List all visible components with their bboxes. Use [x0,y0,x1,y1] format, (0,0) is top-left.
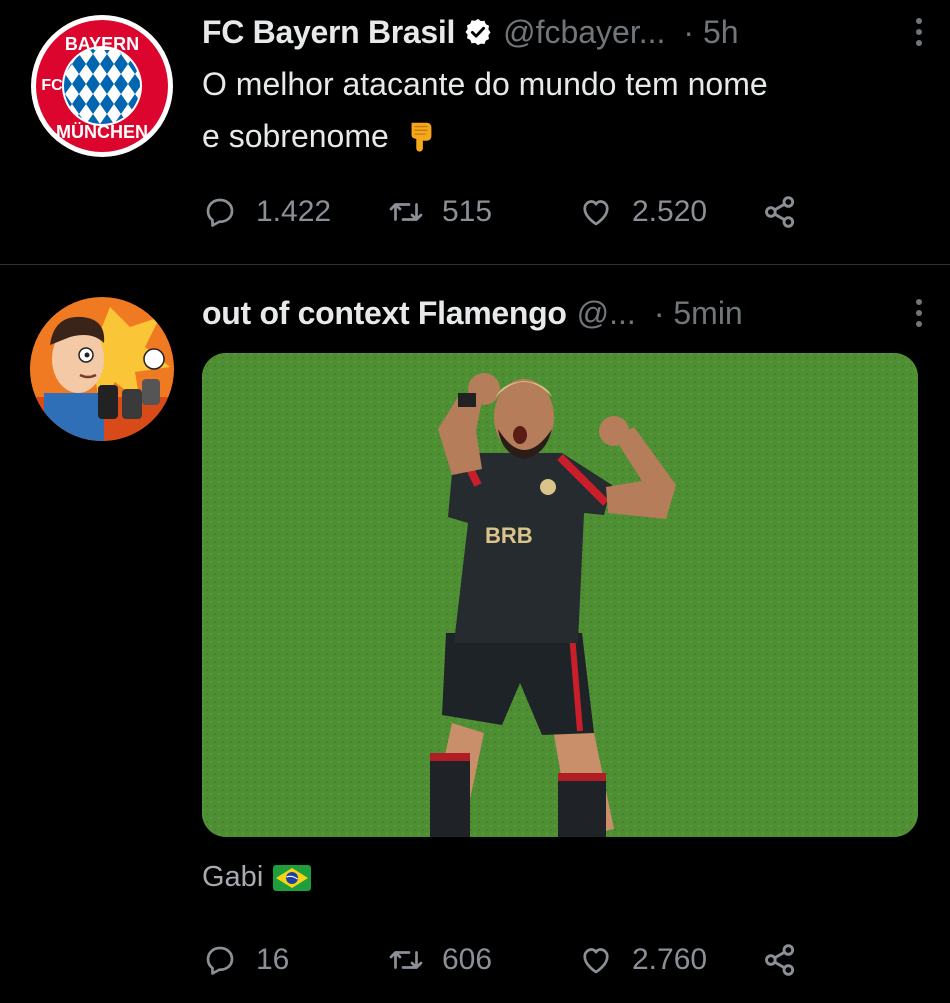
svg-text:MÜNCHEN: MÜNCHEN [56,122,148,142]
pointing-down-hand-emoji-icon [411,122,432,152]
brazil-flag-emoji-icon [273,864,312,891]
caption: Gabi [202,861,312,894]
tweet-out-of-context-flamengo[interactable]: out of context Flamengo @... · 5min BRB … [0,265,950,1003]
display-name[interactable]: FC Bayern Brasil [202,14,455,51]
like-button[interactable]: 2.760 [578,940,707,980]
cartoon-reporter-avatar[interactable] [30,297,174,441]
tweet-header: out of context Flamengo @... · 5min [202,293,930,333]
svg-text:BAYERN: BAYERN [65,34,139,54]
share-icon [765,944,795,976]
tweet-text-line-1: O melhor atacante do mundo tem nome [202,66,768,102]
tweet-fc-bayern-brasil[interactable]: BAYERN MÜNCHEN FC FC Bayern Brasil @fcba… [0,0,950,264]
reply-button[interactable]: 1.422 [202,192,331,232]
retweet-button[interactable]: 515 [388,192,492,232]
more-options-icon[interactable] [908,293,930,333]
more-options-icon[interactable] [908,12,930,52]
tweet-text: O melhor atacante do mundo tem nome e so… [202,58,912,162]
reply-count: 1.422 [256,195,332,228]
like-count: 2.520 [632,195,708,228]
tweet-text-line-2: e sobrenome [202,118,389,154]
tweet-header: FC Bayern Brasil @fcbayer... · 5h [202,12,930,52]
retweet-icon [389,951,423,969]
like-button[interactable]: 2.520 [578,192,707,232]
fc-bayern-logo-icon: BAYERN MÜNCHEN FC [31,15,173,157]
display-name[interactable]: out of context Flamengo [202,295,567,332]
fc-bayern-logo-avatar[interactable]: BAYERN MÜNCHEN FC [30,14,174,158]
heart-icon [583,948,609,974]
cartoon-reporter-avatar-icon [30,297,174,441]
timestamp[interactable]: · 5h [683,14,738,51]
photo-player-celebrating-flexing-icon: BRB [202,353,918,837]
share-button[interactable] [760,192,800,232]
retweet-count: 606 [442,943,493,976]
caption-text: Gabi [202,861,264,893]
reply-icon [206,946,234,975]
verified-badge-icon [465,18,491,46]
retweet-button[interactable]: 606 [388,940,492,980]
retweet-icon [389,203,423,221]
handle[interactable]: @fcbayer... [503,14,665,51]
tweet-photo[interactable]: BRB [202,353,918,837]
reply-icon [206,198,234,227]
heart-icon [583,200,609,226]
timestamp[interactable]: · 5min [654,295,743,332]
share-icon [765,196,795,228]
reply-count: 16 [256,943,290,976]
like-count: 2.760 [632,943,708,976]
reply-button[interactable]: 16 [202,940,289,980]
handle[interactable]: @... [577,295,636,332]
retweet-count: 515 [442,195,493,228]
svg-text:BRB: BRB [485,523,533,548]
share-button[interactable] [760,940,800,980]
svg-text:FC: FC [41,77,63,94]
